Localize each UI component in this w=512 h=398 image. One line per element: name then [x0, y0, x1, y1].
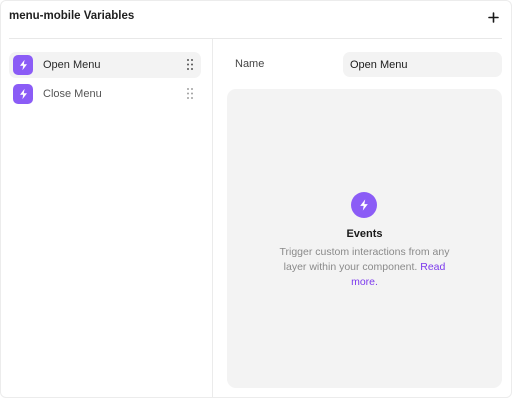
events-description: Trigger custom interactions from any lay…	[277, 245, 452, 290]
plus-icon	[487, 11, 499, 23]
variable-item-close-menu[interactable]: Close Menu	[9, 81, 201, 107]
name-field-label: Name	[235, 58, 265, 70]
variables-panel: menu-mobile Variables Open Menu Close Me…	[0, 0, 512, 398]
lightning-bolt-icon	[351, 192, 377, 218]
drag-handle-icon[interactable]	[187, 88, 193, 99]
variables-sidebar: Open Menu Close Menu	[1, 39, 213, 397]
events-empty-state: Events Trigger custom interactions from …	[227, 89, 502, 388]
variable-label: Close Menu	[43, 88, 102, 100]
add-variable-button[interactable]	[485, 9, 501, 25]
events-title: Events	[346, 228, 383, 240]
variable-item-open-menu[interactable]: Open Menu	[9, 52, 201, 78]
drag-handle-icon[interactable]	[187, 59, 193, 70]
panel-title: menu-mobile Variables	[9, 10, 135, 22]
lightning-bolt-icon	[13, 84, 33, 104]
lightning-bolt-icon	[13, 55, 33, 75]
panel-header: menu-mobile Variables	[1, 1, 511, 37]
variable-label: Open Menu	[43, 59, 101, 71]
name-input[interactable]	[343, 52, 502, 77]
